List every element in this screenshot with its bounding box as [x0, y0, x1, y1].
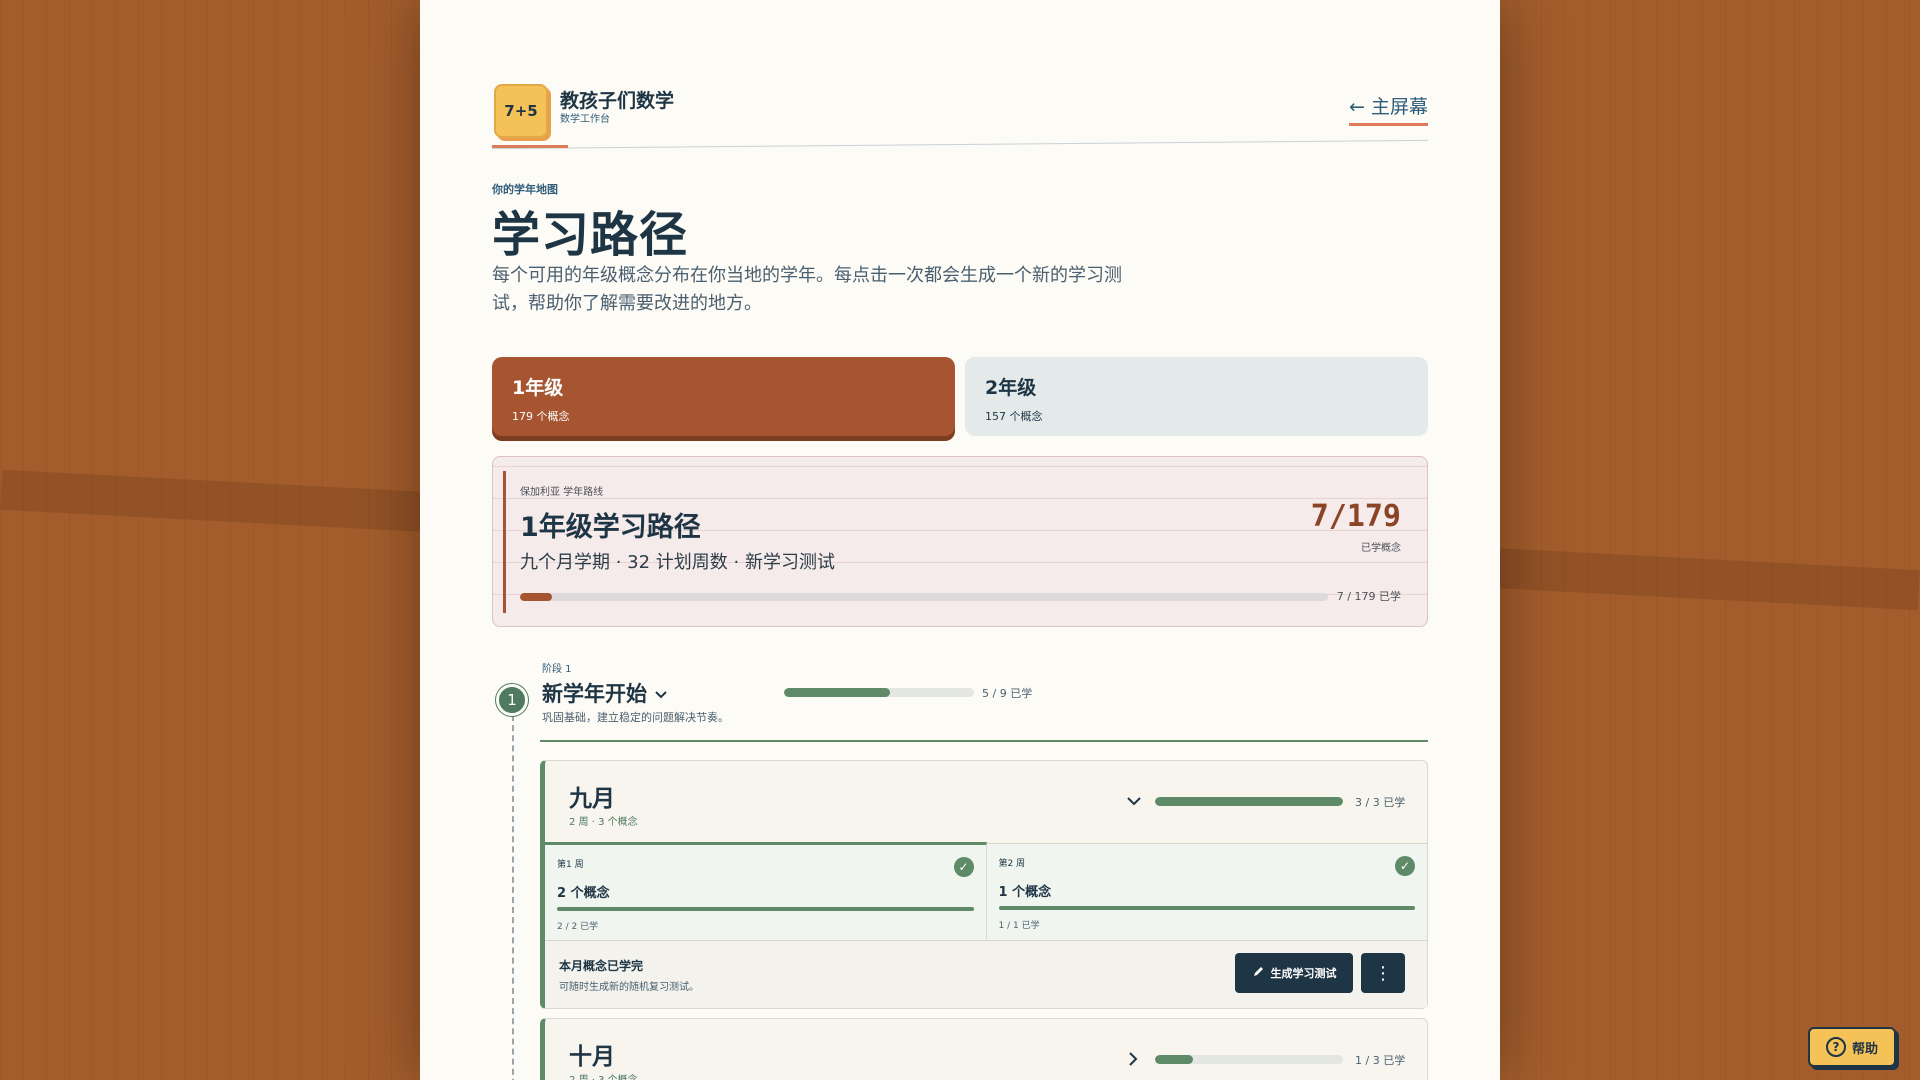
- month-subtitle: 2 周 · 3 个概念: [569, 817, 638, 828]
- month-title: 九月: [569, 786, 615, 812]
- route-title: 1年级学习路径: [520, 512, 701, 543]
- help-button[interactable]: ? 帮助: [1808, 1027, 1896, 1067]
- month-header-october[interactable]: 十月 2 周 · 3 个概念 1 / 3 已学: [545, 1019, 1427, 1080]
- week-progress-bar: [998, 906, 1415, 910]
- header-divider: [492, 139, 1428, 150]
- week-card-2[interactable]: 第2 周 ✓ 1 个概念 1 / 1 已学: [987, 844, 1428, 940]
- stage-progress-label: 5 / 9 已学: [982, 687, 1033, 700]
- tab-grade-2[interactable]: 2年级 157 个概念: [965, 357, 1428, 436]
- chevron-down-icon: [655, 687, 667, 703]
- grade-concept-count: 179 个概念: [512, 410, 570, 423]
- month-progress-label: 1 / 3 已学: [1355, 1054, 1406, 1067]
- week-progress-label: 1 / 1 已学: [998, 921, 1040, 931]
- generate-test-button[interactable]: 生成学习测试: [1235, 953, 1353, 993]
- month-header-september[interactable]: 九月 2 周 · 3 个概念 3 / 3 已学: [545, 761, 1427, 843]
- week-progress-bar: [557, 907, 974, 911]
- page-intro: 每个可用的年级概念分布在你当地的学年。每点击一次都会生成一个新的学习测试，帮助你…: [492, 265, 1122, 314]
- more-options-button[interactable]: ⋮: [1361, 953, 1405, 993]
- route-progress-bar: [520, 593, 1328, 601]
- week-card-1[interactable]: 第1 周 ✓ 2 个概念 2 / 2 已学: [545, 842, 987, 940]
- check-icon: ✓: [953, 857, 974, 877]
- header: 7+5 教孩子们数学 数学工作台 ← 主屏幕: [492, 82, 1428, 152]
- tab-grade-1[interactable]: 1年级 179 个概念: [492, 357, 955, 436]
- timeline-dashed-line: [512, 715, 514, 1080]
- route-subtitle: 九个月学期 · 32 计划周数 · 新学习测试: [520, 552, 835, 573]
- week-label: 第2 周: [998, 859, 1026, 869]
- header-accent-line: [492, 145, 568, 148]
- chevron-right-icon: [1129, 1051, 1138, 1070]
- grade-name: 1年级: [512, 377, 564, 399]
- brand-title: 教孩子们数学: [560, 90, 675, 112]
- month-subtitle: 2 周 · 3 个概念: [569, 1071, 638, 1080]
- stage-progress-fill: [784, 688, 890, 697]
- month-card-october: 十月 2 周 · 3 个概念 1 / 3 已学: [540, 1018, 1428, 1080]
- stage-divider: [540, 740, 1428, 742]
- route-progress-label: 7 / 179 已学: [1336, 590, 1401, 603]
- stage-title: 新学年开始: [542, 682, 647, 706]
- generate-test-label: 生成学习测试: [1270, 967, 1337, 980]
- month-progress-fill: [1155, 1055, 1193, 1064]
- main-page: 7+5 教孩子们数学 数学工作台 ← 主屏幕 你的学年地图 学习路径 每个可用的…: [420, 0, 1500, 1080]
- chevron-down-icon: [1127, 791, 1141, 810]
- logo-tile[interactable]: 7+5: [494, 84, 548, 138]
- month-complete-title: 本月概念已学完: [559, 959, 644, 973]
- month-footer: 本月概念已学完 可随时生成新的随机复习测试。 生成学习测试 ⋮: [545, 940, 1427, 1008]
- route-eyebrow: 保加利亚 学年路线: [520, 487, 604, 498]
- brand-subtitle: 数学工作台: [560, 114, 610, 125]
- route-summary-card: 保加利亚 学年路线 1年级学习路径 九个月学期 · 32 计划周数 · 新学习测…: [492, 456, 1428, 627]
- route-accent-bar: [503, 471, 506, 613]
- week-concept-count: 2 个概念: [557, 886, 610, 901]
- home-link[interactable]: ← 主屏幕: [1349, 92, 1428, 126]
- week-list: 第1 周 ✓ 2 个概念 2 / 2 已学 第2 周 ✓ 1 个概念 1 / 1…: [545, 842, 1428, 940]
- route-score: 7/179: [1310, 499, 1401, 534]
- grade-name: 2年级: [985, 377, 1037, 399]
- stage-number-badge: 1: [496, 684, 528, 716]
- month-card-september: 九月 2 周 · 3 个概念 3 / 3 已学 第1 周 ✓ 2 个概念 2 /…: [540, 760, 1428, 1009]
- month-progress-bar: [1155, 797, 1343, 806]
- month-progress-fill: [1155, 797, 1343, 806]
- route-score-label: 已学概念: [1361, 543, 1401, 554]
- help-label: 帮助: [1851, 1041, 1878, 1057]
- month-title: 十月: [569, 1044, 615, 1070]
- week-label: 第1 周: [557, 860, 584, 870]
- month-progress-bar: [1155, 1055, 1343, 1064]
- pencil-icon: [1252, 965, 1265, 982]
- month-complete-subtitle: 可随时生成新的随机复习测试。: [559, 982, 699, 993]
- question-icon: ?: [1825, 1037, 1846, 1057]
- week-concept-count: 1 个概念: [998, 885, 1052, 900]
- stage-description: 巩固基础，建立稳定的问题解决节奏。: [542, 711, 729, 724]
- stage-eyebrow: 阶段 1: [542, 664, 572, 675]
- page-title: 学习路径: [492, 207, 689, 263]
- month-progress-label: 3 / 3 已学: [1355, 796, 1406, 809]
- stage-title-toggle[interactable]: 新学年开始: [542, 678, 667, 708]
- week-progress-label: 2 / 2 已学: [557, 922, 599, 932]
- check-icon: ✓: [1395, 856, 1415, 876]
- stage-progress-bar: [784, 688, 974, 697]
- grade-concept-count: 157 个概念: [985, 410, 1043, 423]
- route-progress-fill: [520, 593, 552, 601]
